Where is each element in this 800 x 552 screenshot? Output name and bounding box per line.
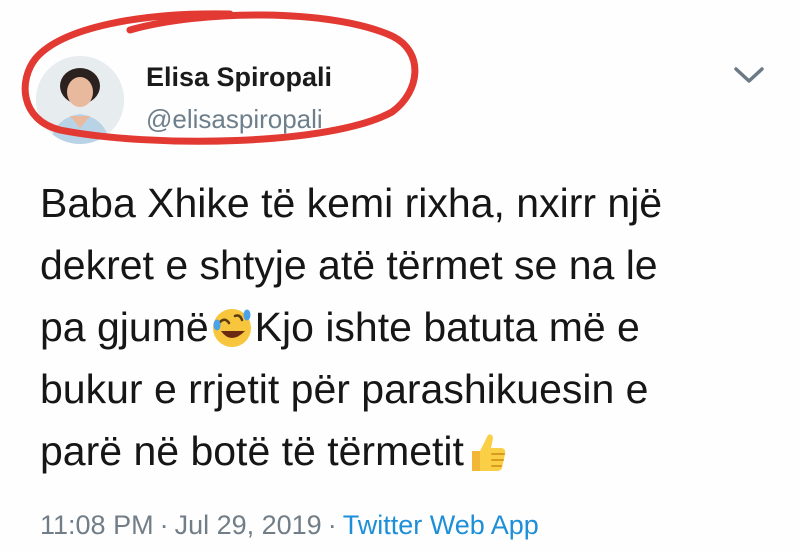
- tweet-card: Elisa Spiropali @elisaspiropali Baba Xhi…: [0, 0, 800, 552]
- tweet-segment: parë në botë të tërmetit: [40, 428, 464, 474]
- tweet-line: parë në botë të tërmetit: [40, 420, 780, 482]
- tweet-segment: pa gjumë: [40, 304, 209, 350]
- tweet-line: Baba Xhike të kemi rixha, nxirr një: [40, 180, 663, 226]
- avatar[interactable]: [36, 56, 124, 144]
- chevron-down-icon[interactable]: [732, 64, 766, 86]
- tweet-line: pa gjumë Kjo ishte batuta më e: [40, 296, 780, 358]
- tweet-source-link[interactable]: Twitter Web App: [343, 510, 539, 540]
- tweet-time[interactable]: 11:08 PM: [40, 510, 154, 540]
- tweet-date[interactable]: Jul 29, 2019: [175, 510, 322, 540]
- author-handle[interactable]: @elisaspiropali: [146, 104, 323, 135]
- tweet-segment: Kjo ishte batuta më e: [254, 304, 640, 350]
- avatar-image: [36, 56, 124, 144]
- tweet-text: Baba Xhike të kemi rixha, nxirr një dekr…: [40, 172, 780, 482]
- tweet-line: bukur e rrjetit për parashikuesin e: [40, 366, 649, 412]
- meta-separator: ·: [327, 510, 337, 540]
- tweet-metadata: 11:08 PM · Jul 29, 2019 · Twitter Web App: [40, 510, 539, 541]
- meta-separator: ·: [159, 510, 169, 540]
- laughing-emoji-icon: [212, 309, 251, 347]
- tweet-line: dekret e shtyje atë tërmet se na le: [40, 242, 658, 288]
- author-name[interactable]: Elisa Spiropali: [146, 62, 332, 93]
- thumbs-up-icon: [471, 434, 506, 471]
- highlight-circle-annotation: [21, 10, 419, 145]
